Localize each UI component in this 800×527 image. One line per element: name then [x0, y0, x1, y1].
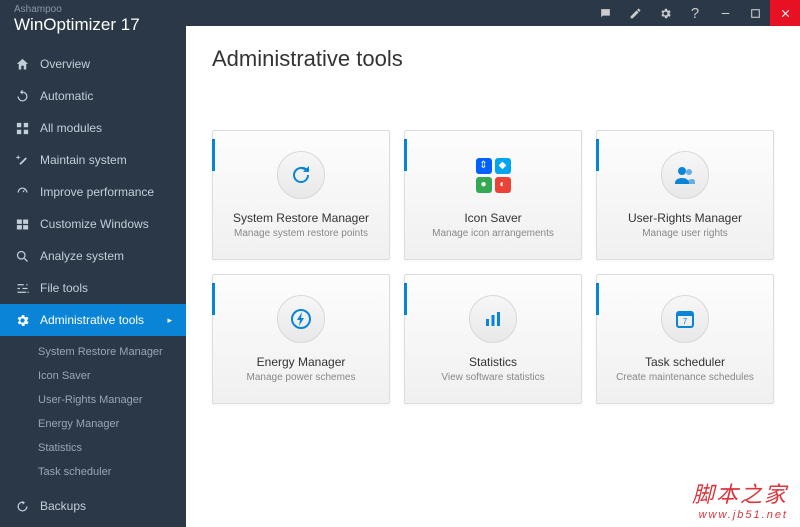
cards-grid: System Restore Manager Manage system res…: [212, 130, 774, 404]
gear-icon[interactable]: [650, 0, 680, 26]
nav-label: Analyze system: [40, 249, 124, 263]
brand-name: WinOptimizer 17: [14, 15, 140, 35]
brand-vendor: Ashampoo: [14, 4, 140, 15]
card-accent: [212, 139, 215, 171]
nav-label: Overview: [40, 57, 90, 71]
close-icon[interactable]: [770, 0, 800, 26]
subnav-energy[interactable]: Energy Manager: [0, 412, 186, 436]
nav-label: Customize Windows: [40, 217, 149, 231]
nav-label: All modules: [40, 121, 102, 135]
subnav-icon-saver[interactable]: Icon Saver: [0, 364, 186, 388]
nav-backups[interactable]: Backups: [0, 490, 186, 522]
card-desc: Manage user rights: [642, 228, 728, 239]
brand: Ashampoo WinOptimizer 17: [0, 2, 154, 43]
card-title: System Restore Manager: [233, 211, 369, 225]
gear-icon: [14, 312, 30, 328]
card-accent: [212, 283, 215, 315]
chevron-right-icon: ▸: [167, 315, 172, 326]
card-task-scheduler[interactable]: 7 Task scheduler Create maintenance sche…: [596, 274, 774, 404]
note-icon[interactable]: [620, 0, 650, 26]
card-title: User-Rights Manager: [628, 211, 742, 225]
backup-icon: [14, 498, 30, 514]
card-statistics[interactable]: Statistics View software statistics: [404, 274, 582, 404]
search-icon: [14, 248, 30, 264]
subnav-statistics[interactable]: Statistics: [0, 436, 186, 460]
svg-text:7: 7: [683, 317, 688, 326]
card-title: Task scheduler: [645, 355, 725, 369]
nav-overview[interactable]: Overview: [0, 48, 186, 80]
app-window: ? Ashampoo WinOptimizer 17 Overview Auto…: [0, 0, 800, 527]
nav-automatic[interactable]: Automatic: [0, 80, 186, 112]
card-title: Statistics: [469, 355, 517, 369]
nav-label: Administrative tools: [40, 313, 144, 327]
subnav-user-rights[interactable]: User-Rights Manager: [0, 388, 186, 412]
card-desc: Manage icon arrangements: [432, 228, 554, 239]
users-icon: [661, 151, 709, 199]
nav-admin-tools[interactable]: Administrative tools ▸: [0, 304, 186, 336]
nav-label: Improve performance: [40, 185, 154, 199]
nav-improve[interactable]: Improve performance: [0, 176, 186, 208]
nav-customize[interactable]: Customize Windows: [0, 208, 186, 240]
nav-label: Backups: [40, 499, 86, 513]
card-desc: Create maintenance schedules: [616, 372, 754, 383]
minimize-icon[interactable]: [710, 0, 740, 26]
windows-icon: [14, 216, 30, 232]
nav-label: File tools: [40, 281, 88, 295]
sidebar: Ashampoo WinOptimizer 17 Overview Automa…: [0, 26, 186, 527]
card-desc: Manage power schemes: [247, 372, 356, 383]
page-title: Administrative tools: [212, 46, 774, 72]
gauge-icon: [14, 184, 30, 200]
card-desc: View software statistics: [441, 372, 544, 383]
card-desc: Manage system restore points: [234, 228, 368, 239]
home-icon: [14, 56, 30, 72]
subnav-restore[interactable]: System Restore Manager: [0, 340, 186, 364]
nav-file-tools[interactable]: File tools: [0, 272, 186, 304]
main-content: Administrative tools System Restore Mana…: [186, 26, 800, 527]
nav-maintain[interactable]: Maintain system: [0, 144, 186, 176]
card-title: Energy Manager: [257, 355, 346, 369]
card-accent: [404, 283, 407, 315]
refresh-icon: [14, 88, 30, 104]
nav-all-modules[interactable]: All modules: [0, 112, 186, 144]
card-icon-saver[interactable]: ⇕◆ ●◐ Icon Saver Manage icon arrangement…: [404, 130, 582, 260]
card-user-rights[interactable]: User-Rights Manager Manage user rights: [596, 130, 774, 260]
nav-analyze[interactable]: Analyze system: [0, 240, 186, 272]
power-icon: [277, 295, 325, 343]
card-accent: [404, 139, 407, 171]
card-restore[interactable]: System Restore Manager Manage system res…: [212, 130, 390, 260]
card-energy[interactable]: Energy Manager Manage power schemes: [212, 274, 390, 404]
calendar-icon: 7: [661, 295, 709, 343]
nav: Overview Automatic All modules Maintain …: [0, 48, 186, 522]
stats-icon: [469, 295, 517, 343]
wand-icon: [14, 152, 30, 168]
subnav: System Restore Manager Icon Saver User-R…: [0, 336, 186, 490]
nav-label: Maintain system: [40, 153, 127, 167]
maximize-icon[interactable]: [740, 0, 770, 26]
help-icon[interactable]: ?: [680, 0, 710, 26]
nav-label: Automatic: [40, 89, 93, 103]
icon-saver-icon: ⇕◆ ●◐: [469, 151, 517, 199]
restore-icon: [277, 151, 325, 199]
chat-icon[interactable]: [590, 0, 620, 26]
grid-icon: [14, 120, 30, 136]
sliders-icon: [14, 280, 30, 296]
card-accent: [596, 139, 599, 171]
subnav-task-scheduler[interactable]: Task scheduler: [0, 460, 186, 484]
card-title: Icon Saver: [464, 211, 521, 225]
card-accent: [596, 283, 599, 315]
